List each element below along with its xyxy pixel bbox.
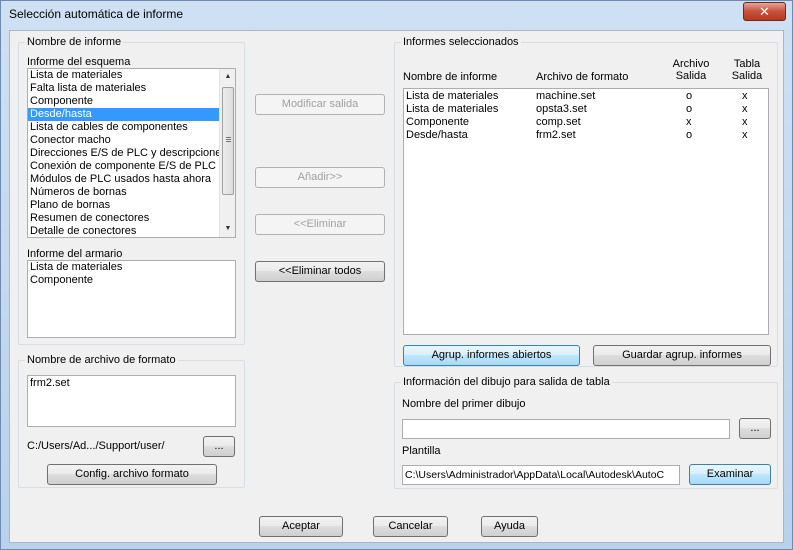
first-drawing-browse-button[interactable]: ...: [739, 418, 771, 439]
table-row[interactable]: Lista de materiales opsta3.set o x: [404, 103, 768, 116]
schematic-list-item[interactable]: Detalle de conectores: [28, 225, 235, 237]
cell-report-name: Componente: [406, 116, 469, 128]
cell-report-name: Desde/hasta: [406, 129, 468, 141]
remove-button[interactable]: <<Eliminar: [255, 214, 385, 235]
format-browse-button[interactable]: ...: [203, 436, 235, 457]
config-format-button[interactable]: Config. archivo formato: [47, 464, 217, 485]
cell-table-output: x: [742, 116, 748, 128]
cell-report-name: Lista de materiales: [406, 103, 499, 115]
window-title: Selección automática de informe: [9, 7, 184, 21]
cancel-button[interactable]: Cancelar: [373, 516, 448, 537]
col-header-name: Nombre de informe: [403, 71, 498, 83]
cell-format-file: frm2.set: [536, 129, 576, 141]
cell-table-output: x: [742, 129, 748, 141]
grip-line: [226, 137, 231, 138]
report-name-legend: Nombre de informe: [25, 36, 124, 49]
close-icon: ✕: [759, 4, 770, 19]
cell-format-file: machine.set: [536, 90, 596, 102]
panel-report-list[interactable]: Lista de materiales Componente: [27, 260, 236, 338]
format-file-legend: Nombre de archivo de formato: [25, 354, 178, 367]
schematic-list-item[interactable]: Números de bornas: [28, 186, 235, 199]
grip-line: [226, 139, 231, 140]
schematic-list-item[interactable]: Componente: [28, 95, 235, 108]
first-drawing-label: Nombre del primer dibujo: [402, 398, 526, 410]
accept-button[interactable]: Aceptar: [259, 516, 343, 537]
col-header-file-output-line2: Salida: [675, 70, 707, 82]
help-button[interactable]: Ayuda: [481, 516, 538, 537]
format-path: C:/Users/Ad.../Support/user/: [27, 440, 165, 452]
schematic-list-item[interactable]: Lista de materiales: [28, 69, 235, 82]
cell-table-output: x: [742, 90, 748, 102]
first-drawing-input[interactable]: [402, 419, 730, 439]
schematic-list-item[interactable]: Lista de cables de componentes: [28, 121, 235, 134]
cell-file-output: x: [686, 116, 692, 128]
table-row[interactable]: Lista de materiales machine.set o x: [404, 90, 768, 103]
format-list-item[interactable]: frm2.set: [28, 377, 235, 390]
grip-line: [226, 141, 231, 142]
panel-items: Lista de materiales Componente: [28, 261, 235, 287]
format-file-list[interactable]: frm2.set: [27, 375, 236, 427]
close-button[interactable]: ✕: [743, 2, 786, 21]
save-report-group-button[interactable]: Guardar agrup. informes: [593, 345, 771, 366]
template-label: Plantilla: [402, 445, 441, 457]
schematic-list-item[interactable]: Plano de bornas: [28, 199, 235, 212]
remove-all-button[interactable]: <<Eliminar todos: [255, 261, 385, 282]
add-button[interactable]: Añadir>>: [255, 167, 385, 188]
cell-table-output: x: [742, 103, 748, 115]
schematic-list-item[interactable]: Desde/hasta: [28, 108, 235, 121]
dialog-client: Nombre de informe Informe del esquema Li…: [9, 30, 784, 543]
table-row[interactable]: Desde/hasta frm2.set o x: [404, 129, 768, 142]
open-report-group-button[interactable]: Agrup. informes abiertos: [403, 345, 580, 366]
scroll-up-icon[interactable]: ▲: [220, 69, 235, 85]
cell-format-file: comp.set: [536, 116, 581, 128]
col-header-table-output-line1: Tabla: [733, 58, 761, 70]
drawing-info-legend: Información del dibujo para salida de ta…: [401, 376, 612, 389]
title-bar: Selección automática de informe ✕: [1, 1, 792, 30]
panel-list-item[interactable]: Componente: [28, 274, 235, 287]
table-row[interactable]: Componente comp.set x x: [404, 116, 768, 129]
template-input[interactable]: C:\Users\Administrador\AppData\Local\Aut…: [402, 465, 680, 485]
col-header-file-output-line1: Archivo: [672, 58, 710, 70]
schematic-list-item[interactable]: Falta lista de materiales: [28, 82, 235, 95]
cell-report-name: Lista de materiales: [406, 90, 499, 102]
dialog-window: Selección automática de informe ✕ Nombre…: [0, 0, 793, 550]
cell-format-file: opsta3.set: [536, 103, 587, 115]
schematic-list-item[interactable]: Direcciones E/S de PLC y descripciones: [28, 147, 235, 160]
scroll-down-icon[interactable]: ▼: [220, 221, 235, 237]
schematic-items: Lista de materiales Falta lista de materi…: [28, 69, 235, 237]
modify-output-button[interactable]: Modificar salida: [255, 94, 385, 115]
schematic-list-item[interactable]: Módulos de PLC usados hasta ahora: [28, 173, 235, 186]
scroll-thumb[interactable]: [222, 87, 234, 195]
col-header-table-output-line2: Salida: [731, 70, 763, 82]
schematic-list-item[interactable]: Conexión de componente E/S de PLC: [28, 160, 235, 173]
cell-file-output: o: [686, 103, 693, 115]
cell-file-output: o: [686, 90, 693, 102]
format-items: frm2.set: [28, 376, 235, 390]
schematic-scrollbar[interactable]: ▲ ▼: [219, 69, 235, 237]
selected-reports-legend: Informes seleccionados: [401, 36, 521, 49]
selected-reports-list[interactable]: Lista de materiales machine.set o x Lista de…: [403, 88, 769, 335]
cell-file-output: o: [686, 129, 693, 141]
schematic-list-item[interactable]: Conector macho: [28, 134, 235, 147]
schematic-list-item[interactable]: Resumen de conectores: [28, 212, 235, 225]
schematic-report-list[interactable]: Lista de materiales Falta lista de materi…: [27, 68, 236, 238]
browse-template-button[interactable]: Examinar: [689, 464, 771, 485]
panel-list-item[interactable]: Lista de materiales: [28, 261, 235, 274]
selected-reports-header: Nombre de informe Archivo de formato Arc…: [403, 56, 769, 88]
col-header-format-file: Archivo de formato: [536, 71, 629, 83]
